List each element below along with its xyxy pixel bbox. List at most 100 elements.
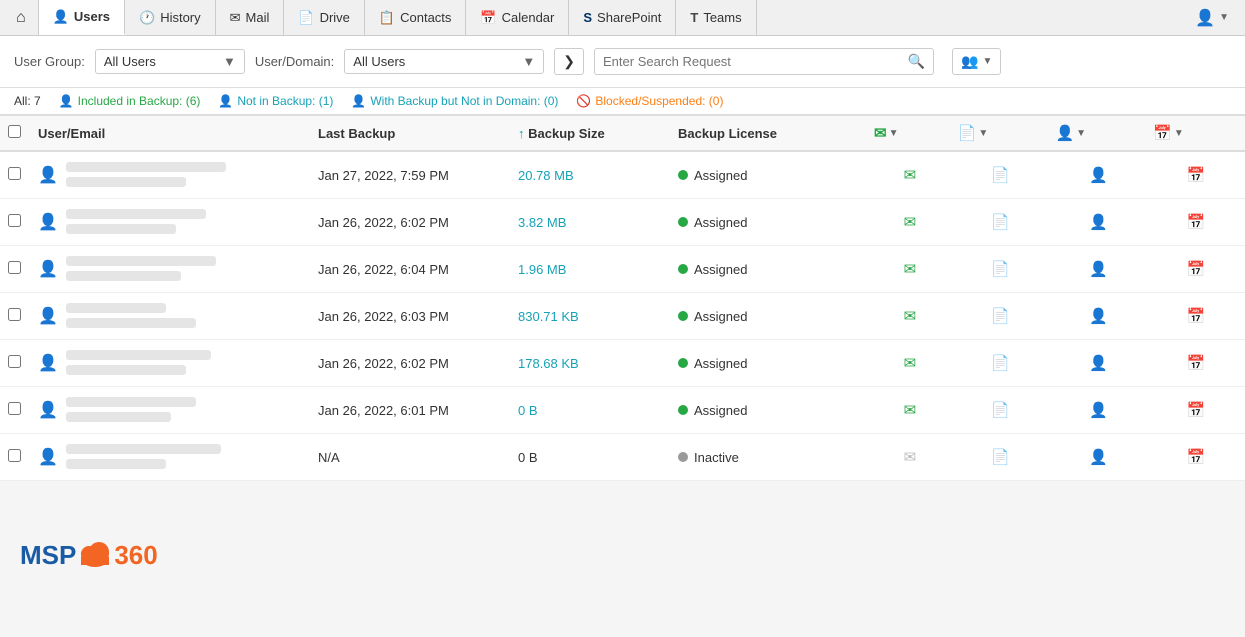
mail-action-cell[interactable]: ✉ (868, 387, 952, 434)
drive-action-icon[interactable]: 📄 (988, 306, 1013, 327)
calendar-action-cell[interactable]: 📅 (1147, 151, 1245, 199)
col-mail-dropdown[interactable]: ▼ (889, 128, 899, 139)
user-group-action-button[interactable]: 👥 ▼ (952, 48, 1001, 75)
calendar-action-icon[interactable]: 📅 (1184, 306, 1209, 327)
contact-action-icon[interactable]: 👤 (1086, 165, 1111, 186)
col-drive-dropdown[interactable]: ▼ (978, 128, 988, 139)
drive-action-icon[interactable]: 📄 (988, 165, 1013, 186)
select-all-header[interactable] (0, 116, 28, 152)
stat-included: 👤 Included in Backup: (6) (59, 94, 201, 108)
drive-action-icon[interactable]: 📄 (988, 353, 1013, 374)
footer: MSP 360 (0, 481, 1245, 601)
row-checkbox-cell[interactable] (0, 340, 28, 387)
row-checkbox-cell[interactable] (0, 246, 28, 293)
row-checkbox-cell[interactable] (0, 199, 28, 246)
col-calendar-dropdown[interactable]: ▼ (1174, 128, 1184, 139)
drive-action-cell[interactable]: 📄 (952, 387, 1050, 434)
contact-action-cell[interactable]: 👤 (1049, 293, 1147, 340)
mail-action-cell[interactable]: ✉ (868, 151, 952, 199)
row-checkbox[interactable] (8, 308, 21, 321)
mail-action-icon[interactable]: ✉ (901, 400, 920, 421)
drive-action-cell[interactable]: 📄 (952, 434, 1050, 481)
nav-item-teams[interactable]: T Teams (676, 0, 756, 35)
calendar-action-icon[interactable]: 📅 (1184, 165, 1209, 186)
user-name-blurred (66, 256, 216, 266)
mail-action-icon[interactable]: ✉ (901, 212, 920, 233)
contact-action-icon[interactable]: 👤 (1086, 306, 1111, 327)
col-header-user-email: User/Email (28, 116, 308, 152)
nav-item-users[interactable]: 👤 Users (39, 0, 125, 35)
user-email-cell: 👤 (28, 293, 308, 340)
row-checkbox[interactable] (8, 214, 21, 227)
mail-action-cell[interactable]: ✉ (868, 246, 952, 293)
nav-item-sharepoint[interactable]: S SharePoint (569, 0, 676, 35)
nav-item-calendar[interactable]: 📅 Calendar (466, 0, 569, 35)
nav-item-contacts[interactable]: 📋 Contacts (365, 0, 467, 35)
contact-action-icon[interactable]: 👤 (1086, 259, 1111, 280)
mail-action-icon[interactable]: ✉ (901, 259, 920, 280)
calendar-action-icon[interactable]: 📅 (1184, 400, 1209, 421)
home-button[interactable]: ⌂ (4, 0, 39, 35)
row-checkbox[interactable] (8, 167, 21, 180)
calendar-action-cell[interactable]: 📅 (1147, 246, 1245, 293)
contact-action-icon[interactable]: 👤 (1086, 400, 1111, 421)
row-checkbox-cell[interactable] (0, 434, 28, 481)
mail-action-icon[interactable]: ✉ (901, 353, 920, 374)
calendar-action-cell[interactable]: 📅 (1147, 434, 1245, 481)
contact-action-cell[interactable]: 👤 (1049, 387, 1147, 434)
col-contact-dropdown[interactable]: ▼ (1076, 128, 1086, 139)
col-header-mail-actions[interactable]: ✉ ▼ (868, 116, 952, 152)
nav-item-mail[interactable]: ✉ Mail (216, 0, 285, 35)
nav-item-drive[interactable]: 📄 Drive (284, 0, 365, 35)
search-input[interactable] (603, 54, 908, 69)
mail-action-icon[interactable]: ✉ (901, 165, 920, 186)
calendar-action-icon[interactable]: 📅 (1184, 353, 1209, 374)
contact-action-cell[interactable]: 👤 (1049, 151, 1147, 199)
contact-action-icon[interactable]: 👤 (1086, 353, 1111, 374)
user-domain-dropdown[interactable]: All Users ▼ (344, 49, 544, 74)
col-header-calendar-actions[interactable]: 📅 ▼ (1147, 116, 1245, 152)
contact-action-cell[interactable]: 👤 (1049, 340, 1147, 387)
row-checkbox-cell[interactable] (0, 151, 28, 199)
search-icon[interactable]: 🔍 (908, 53, 925, 70)
contact-action-icon[interactable]: 👤 (1086, 212, 1111, 233)
row-checkbox-cell[interactable] (0, 387, 28, 434)
col-header-drive-actions[interactable]: 📄 ▼ (952, 116, 1050, 152)
stat-total-label: All: 7 (14, 94, 41, 108)
row-checkbox[interactable] (8, 402, 21, 415)
mail-action-cell[interactable]: ✉ (868, 340, 952, 387)
row-checkbox-cell[interactable] (0, 293, 28, 340)
drive-action-cell[interactable]: 📄 (952, 340, 1050, 387)
row-checkbox[interactable] (8, 355, 21, 368)
drive-action-cell[interactable]: 📄 (952, 293, 1050, 340)
row-checkbox[interactable] (8, 261, 21, 274)
calendar-action-cell[interactable]: 📅 (1147, 293, 1245, 340)
contact-action-cell[interactable]: 👤 (1049, 434, 1147, 481)
mail-action-icon[interactable]: ✉ (901, 306, 920, 327)
calendar-action-cell[interactable]: 📅 (1147, 340, 1245, 387)
col-header-contact-actions[interactable]: 👤 ▼ (1049, 116, 1147, 152)
user-menu-button[interactable]: 👤 ▼ (1183, 8, 1241, 28)
navigate-forward-button[interactable]: ❯ (554, 48, 584, 75)
drive-action-icon[interactable]: 📄 (988, 259, 1013, 280)
calendar-action-cell[interactable]: 📅 (1147, 387, 1245, 434)
contact-action-cell[interactable]: 👤 (1049, 199, 1147, 246)
nav-item-history[interactable]: 🕐 History (125, 0, 216, 35)
drive-action-cell[interactable]: 📄 (952, 246, 1050, 293)
drive-action-cell[interactable]: 📄 (952, 151, 1050, 199)
calendar-action-icon[interactable]: 📅 (1184, 212, 1209, 233)
contact-action-cell[interactable]: 👤 (1049, 246, 1147, 293)
drive-action-icon[interactable]: 📄 (988, 400, 1013, 421)
calendar-action-icon[interactable]: 📅 (1184, 259, 1209, 280)
mail-action-cell[interactable]: ✉ (868, 293, 952, 340)
mail-action-cell[interactable]: ✉ (868, 434, 952, 481)
select-all-checkbox[interactable] (8, 125, 21, 138)
drive-action-icon[interactable]: 📄 (988, 212, 1013, 233)
col-header-backup-size[interactable]: ↑ Backup Size (508, 116, 668, 152)
drive-action-cell[interactable]: 📄 (952, 199, 1050, 246)
mail-action-cell[interactable]: ✉ (868, 199, 952, 246)
user-group-dropdown[interactable]: All Users ▼ (95, 49, 245, 74)
user-avatar: 👤 (38, 447, 58, 467)
calendar-action-cell[interactable]: 📅 (1147, 199, 1245, 246)
row-checkbox[interactable] (8, 449, 21, 462)
